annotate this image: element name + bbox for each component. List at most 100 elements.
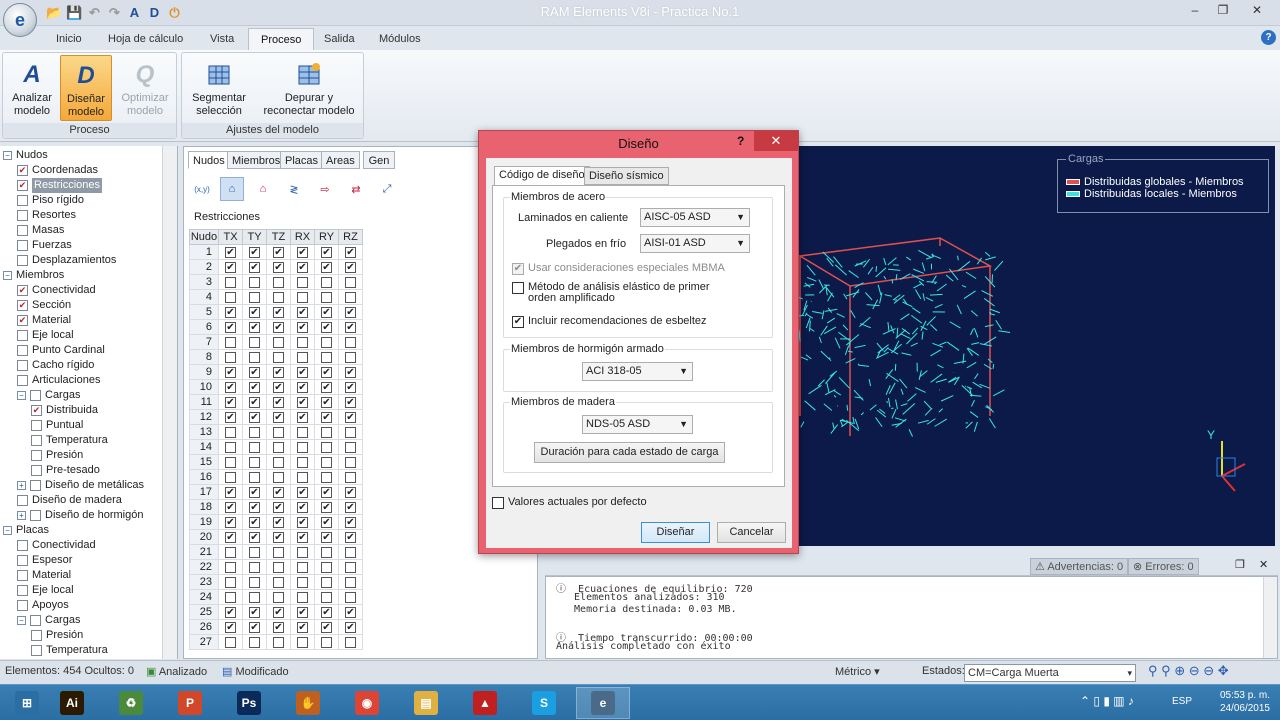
- restraint-checkbox[interactable]: [249, 441, 260, 453]
- restraint-checkbox[interactable]: [321, 561, 332, 573]
- restraint-checkbox[interactable]: ✔: [273, 606, 284, 618]
- restraint-checkbox[interactable]: [321, 336, 332, 348]
- collapse-icon[interactable]: −: [17, 391, 26, 400]
- cancel-button[interactable]: Cancelar: [717, 522, 786, 543]
- collapse-icon[interactable]: −: [3, 526, 12, 535]
- restraint-checkbox[interactable]: ✔: [273, 621, 284, 633]
- restraint-checkbox[interactable]: ✔: [249, 606, 260, 618]
- restraint-checkbox[interactable]: [345, 351, 356, 363]
- tree-checkbox[interactable]: [17, 345, 28, 356]
- powerpoint-app[interactable]: P: [163, 687, 217, 719]
- redo-icon[interactable]: ↷: [106, 4, 123, 21]
- coordinates-icon[interactable]: (x,y): [190, 177, 214, 201]
- restraint-checkbox[interactable]: [225, 291, 236, 303]
- column-header[interactable]: Nudo: [189, 229, 219, 245]
- restraint-checkbox[interactable]: ✔: [345, 381, 356, 393]
- restraint-checkbox[interactable]: [345, 591, 356, 603]
- restraint-checkbox[interactable]: [321, 351, 332, 363]
- tree-checkbox[interactable]: ✔: [17, 315, 28, 326]
- tree-item[interactable]: Temperatura: [31, 433, 108, 448]
- restraint-checkbox[interactable]: ✔: [225, 411, 236, 423]
- restraint-checkbox[interactable]: [321, 591, 332, 603]
- tree-item[interactable]: Desplazamientos: [17, 253, 116, 268]
- restraint-checkbox[interactable]: ✔: [225, 516, 236, 528]
- restraint-checkbox[interactable]: ✔: [249, 621, 260, 633]
- restraint-checkbox[interactable]: ✔: [225, 396, 236, 408]
- restraint-checkbox[interactable]: ✔: [249, 516, 260, 528]
- spring-icon[interactable]: ≷: [282, 177, 306, 201]
- tree-checkbox[interactable]: [17, 375, 28, 386]
- tree-item[interactable]: − Placas: [3, 523, 49, 538]
- tree-item[interactable]: Presión: [31, 628, 83, 643]
- tab-gen[interactable]: Gen: [363, 151, 395, 169]
- restraint-checkbox[interactable]: ✔: [273, 366, 284, 378]
- restraint-checkbox[interactable]: ✔: [297, 366, 308, 378]
- tab-modulos[interactable]: Módulos: [367, 28, 433, 50]
- restraint-checkbox[interactable]: ✔: [321, 411, 332, 423]
- tree-checkbox[interactable]: [17, 600, 28, 611]
- restraint-checkbox[interactable]: [321, 426, 332, 438]
- save-icon[interactable]: 💾: [66, 4, 83, 21]
- restraint-checkbox[interactable]: [297, 291, 308, 303]
- cold-formed-select[interactable]: AISI-01 ASD ▼: [640, 234, 750, 253]
- tree-checkbox[interactable]: [17, 195, 28, 206]
- restraint-checkbox[interactable]: [345, 561, 356, 573]
- tab-salida[interactable]: Salida: [312, 28, 367, 50]
- language-indicator[interactable]: ESP: [1172, 696, 1192, 707]
- restraint-checkbox[interactable]: ✔: [249, 321, 260, 333]
- restraint-checkbox[interactable]: [249, 471, 260, 483]
- restraint-checkbox[interactable]: [249, 546, 260, 558]
- restraint-checkbox[interactable]: [225, 351, 236, 363]
- restraint-checkbox[interactable]: ✔: [225, 321, 236, 333]
- restraint-checkbox[interactable]: [225, 276, 236, 288]
- tree-checkbox[interactable]: [31, 420, 42, 431]
- tab-diseno-sismico[interactable]: Diseño sísmico: [584, 167, 669, 185]
- tree-checkbox[interactable]: [17, 255, 28, 266]
- tree-checkbox[interactable]: [17, 240, 28, 251]
- restraint-checkbox[interactable]: ✔: [297, 411, 308, 423]
- restraint-checkbox[interactable]: [297, 471, 308, 483]
- restraint-checkbox[interactable]: ✔: [321, 321, 332, 333]
- restraint-checkbox[interactable]: ✔: [321, 531, 332, 543]
- elastic-analysis-checkbox[interactable]: Método de análisis elástico de primer or…: [512, 282, 722, 304]
- restraint-checkbox[interactable]: [345, 636, 356, 648]
- restraint-checkbox[interactable]: ✔: [273, 531, 284, 543]
- restraint-checkbox[interactable]: [321, 636, 332, 648]
- photoshop-app[interactable]: Ps: [222, 687, 276, 719]
- tree-item[interactable]: Conectividad: [17, 538, 96, 553]
- tab-codigo-de-diseno[interactable]: Código de diseño: [494, 166, 590, 186]
- tree-item[interactable]: Eje local: [17, 583, 74, 598]
- restraint-checkbox[interactable]: ✔: [273, 411, 284, 423]
- tree-checkbox[interactable]: ✔: [17, 300, 28, 311]
- restraint-checkbox[interactable]: ✔: [273, 306, 284, 318]
- restraint-checkbox[interactable]: [225, 471, 236, 483]
- restraint-checkbox[interactable]: ✔: [297, 306, 308, 318]
- tree-checkbox[interactable]: [31, 645, 42, 656]
- restraint-checkbox[interactable]: ✔: [345, 306, 356, 318]
- hot-rolled-select[interactable]: AISC-05 ASD ▼: [640, 208, 750, 227]
- restraint-checkbox[interactable]: ✔: [297, 261, 308, 273]
- minimize-button[interactable]: –: [1181, 0, 1209, 20]
- tree-checkbox[interactable]: [17, 555, 28, 566]
- restraint-checkbox[interactable]: ✔: [321, 261, 332, 273]
- tree-item[interactable]: − Miembros: [3, 268, 64, 283]
- restraint-checkbox[interactable]: ✔: [345, 321, 356, 333]
- depurar-reconectar-button[interactable]: Depurar y reconectar modelo: [256, 55, 362, 121]
- restraint-checkbox[interactable]: ✔: [225, 606, 236, 618]
- explorer-app[interactable]: ▤: [399, 687, 453, 719]
- restraint-checkbox[interactable]: [345, 276, 356, 288]
- restraint-checkbox[interactable]: ✔: [225, 306, 236, 318]
- defaults-checkbox[interactable]: Valores actuales por defecto: [492, 497, 647, 509]
- restraint-checkbox[interactable]: ✔: [345, 411, 356, 423]
- tree-checkbox[interactable]: [17, 540, 28, 551]
- displacement-icon[interactable]: ⤢: [375, 177, 399, 201]
- help-icon[interactable]: ?: [1261, 30, 1276, 45]
- tree-item[interactable]: ✔ Material: [17, 313, 71, 328]
- restraint-checkbox[interactable]: ✔: [249, 486, 260, 498]
- tree-checkbox[interactable]: [17, 585, 28, 596]
- tree-item[interactable]: Presión: [31, 448, 83, 463]
- restraint-checkbox[interactable]: [297, 576, 308, 588]
- restraint-checkbox[interactable]: ✔: [249, 381, 260, 393]
- restraint-checkbox[interactable]: ✔: [225, 621, 236, 633]
- tree-checkbox[interactable]: ✔: [17, 165, 28, 176]
